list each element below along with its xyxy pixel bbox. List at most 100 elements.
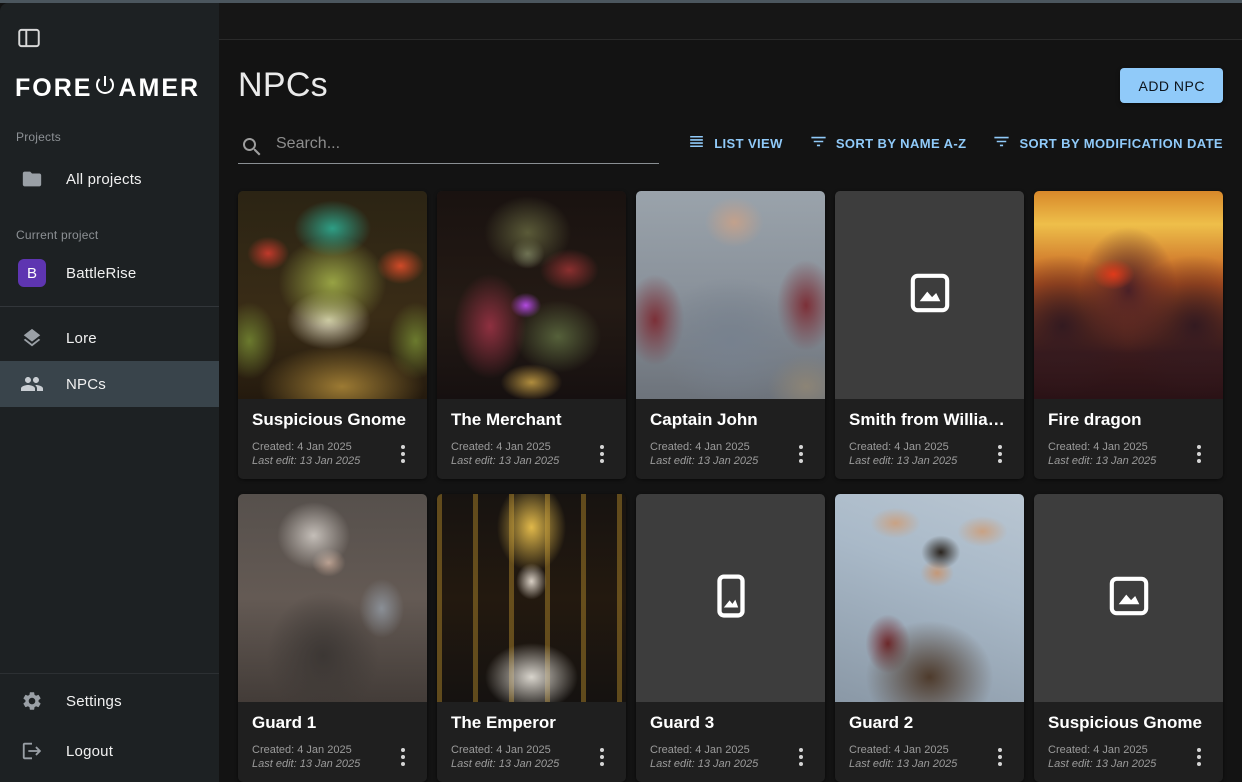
npc-last-edit: Last edit: 13 Jan 2025	[1048, 757, 1156, 771]
sidebar-item-label: NPCs	[66, 376, 106, 393]
power-g-icon	[92, 73, 118, 104]
npc-card[interactable]: Suspicious Gnome Created: 4 Jan 2025 Las…	[238, 191, 427, 479]
npc-title: Fire dragon	[1048, 410, 1209, 430]
card-menu-button[interactable]	[990, 439, 1010, 469]
content: NPCs ADD NPC LIST VIEW	[219, 40, 1242, 782]
sidebar-item-label: Logout	[66, 743, 113, 760]
card-body: Fire dragon Created: 4 Jan 2025 Last edi…	[1034, 399, 1223, 469]
npc-title: The Merchant	[451, 410, 612, 430]
view-sort-controls: LIST VIEW SORT BY NAME A-Z SORT BY MODIF…	[687, 132, 1223, 164]
split-panel-icon	[16, 38, 42, 55]
npc-grid: Suspicious Gnome Created: 4 Jan 2025 Las…	[238, 191, 1223, 782]
card-body: Suspicious Gnome Created: 4 Jan 2025 Las…	[1034, 702, 1223, 772]
top-bar	[219, 3, 1242, 40]
npc-created: Created: 4 Jan 2025	[849, 440, 957, 454]
npc-last-edit: Last edit: 13 Jan 2025	[252, 454, 360, 468]
layers-icon	[20, 326, 44, 350]
logo-text-suffix: AMER	[118, 74, 200, 103]
logo-text-prefix: FORE	[15, 74, 92, 103]
card-body: Smith from Willia… Created: 4 Jan 2025 L…	[835, 399, 1024, 469]
add-npc-button[interactable]: ADD NPC	[1120, 68, 1223, 103]
magnifier-icon	[240, 135, 264, 164]
npc-created: Created: 4 Jan 2025	[1048, 743, 1156, 757]
page-header: NPCs ADD NPC	[238, 66, 1223, 105]
card-menu-button[interactable]	[592, 439, 612, 469]
npc-image	[238, 191, 427, 399]
sidebar-item-label: Lore	[66, 330, 97, 347]
card-menu-button[interactable]	[393, 439, 413, 469]
image-mountains-icon	[1107, 574, 1151, 623]
npc-title: Suspicious Gnome	[252, 410, 413, 430]
npc-created: Created: 4 Jan 2025	[1048, 440, 1156, 454]
app-logo: FORE AMER	[15, 73, 219, 104]
exit-arrow-icon	[20, 739, 44, 763]
sort-by-date-label: SORT BY MODIFICATION DATE	[1019, 136, 1223, 151]
npc-last-edit: Last edit: 13 Jan 2025	[849, 454, 957, 468]
list-lines-icon	[687, 132, 706, 154]
card-menu-button[interactable]	[592, 742, 612, 772]
npc-image	[238, 494, 427, 702]
sort-by-date-button[interactable]: SORT BY MODIFICATION DATE	[992, 132, 1223, 154]
sidebar-bottom-group: Settings Logout	[0, 673, 219, 782]
npc-last-edit: Last edit: 13 Jan 2025	[650, 757, 758, 771]
card-menu-button[interactable]	[791, 439, 811, 469]
npc-title: Smith from Willia…	[849, 410, 1010, 430]
npc-card[interactable]: Suspicious Gnome Created: 4 Jan 2025 Las…	[1034, 494, 1223, 782]
card-menu-button[interactable]	[990, 742, 1010, 772]
npc-created: Created: 4 Jan 2025	[252, 440, 360, 454]
npc-card[interactable]: The Merchant Created: 4 Jan 2025 Last ed…	[437, 191, 626, 479]
card-menu-button[interactable]	[1189, 439, 1209, 469]
npc-created: Created: 4 Jan 2025	[650, 440, 758, 454]
npc-card[interactable]: Guard 3 Created: 4 Jan 2025 Last edit: 1…	[636, 494, 825, 782]
npc-card[interactable]: Captain John Created: 4 Jan 2025 Last ed…	[636, 191, 825, 479]
card-body: Guard 3 Created: 4 Jan 2025 Last edit: 1…	[636, 702, 825, 772]
card-body: Captain John Created: 4 Jan 2025 Last ed…	[636, 399, 825, 469]
card-menu-button[interactable]	[393, 742, 413, 772]
list-view-button[interactable]: LIST VIEW	[687, 132, 783, 154]
sidebar-toggle-button[interactable]	[16, 25, 44, 53]
npc-card[interactable]: Guard 2 Created: 4 Jan 2025 Last edit: 1…	[835, 494, 1024, 782]
card-body: The Merchant Created: 4 Jan 2025 Last ed…	[437, 399, 626, 469]
sidebar: FORE AMER Projects All projects Current …	[0, 3, 219, 782]
npc-created: Created: 4 Jan 2025	[650, 743, 758, 757]
npc-card[interactable]: Smith from Willia… Created: 4 Jan 2025 L…	[835, 191, 1024, 479]
filter-lines-icon	[992, 132, 1011, 154]
npc-last-edit: Last edit: 13 Jan 2025	[451, 454, 559, 468]
card-body: Guard 2 Created: 4 Jan 2025 Last edit: 1…	[835, 702, 1024, 772]
sidebar-item-label: Settings	[66, 693, 122, 710]
sidebar-item-lore[interactable]: Lore	[0, 315, 219, 361]
npc-title: Guard 1	[252, 713, 413, 733]
npc-title: Guard 2	[849, 713, 1010, 733]
npc-title: The Emperor	[451, 713, 612, 733]
card-body: Guard 1 Created: 4 Jan 2025 Last edit: 1…	[238, 702, 427, 772]
npc-title: Suspicious Gnome	[1048, 713, 1209, 733]
npc-card[interactable]: Guard 1 Created: 4 Jan 2025 Last edit: 1…	[238, 494, 427, 782]
image-mountains-icon	[908, 271, 952, 320]
npc-created: Created: 4 Jan 2025	[451, 743, 559, 757]
sidebar-item-settings[interactable]: Settings	[0, 678, 219, 724]
tools-row: LIST VIEW SORT BY NAME A-Z SORT BY MODIF…	[238, 127, 1223, 164]
npc-created: Created: 4 Jan 2025	[451, 440, 559, 454]
sort-by-name-button[interactable]: SORT BY NAME A-Z	[809, 132, 967, 154]
card-menu-button[interactable]	[1189, 742, 1209, 772]
npc-card[interactable]: Fire dragon Created: 4 Jan 2025 Last edi…	[1034, 191, 1223, 479]
sort-by-name-label: SORT BY NAME A-Z	[836, 136, 967, 151]
search-field	[238, 127, 659, 164]
sidebar-item-npcs[interactable]: NPCs	[0, 361, 219, 407]
npc-card[interactable]: The Emperor Created: 4 Jan 2025 Last edi…	[437, 494, 626, 782]
app-window: FORE AMER Projects All projects Current …	[0, 0, 1242, 782]
npc-image	[1034, 191, 1223, 399]
sidebar-item-current-project[interactable]: B BattleRise	[0, 250, 219, 296]
sidebar-item-all-projects[interactable]: All projects	[0, 156, 219, 202]
card-body: Suspicious Gnome Created: 4 Jan 2025 Las…	[238, 399, 427, 469]
sidebar-item-logout[interactable]: Logout	[0, 728, 219, 774]
card-menu-button[interactable]	[791, 742, 811, 772]
npc-image-placeholder	[636, 494, 825, 702]
search-input[interactable]	[238, 127, 659, 164]
folder-icon	[20, 167, 44, 191]
npc-created: Created: 4 Jan 2025	[252, 743, 360, 757]
project-name: BattleRise	[66, 265, 136, 282]
npc-title: Guard 3	[650, 713, 811, 733]
npc-created: Created: 4 Jan 2025	[849, 743, 957, 757]
npc-image	[636, 191, 825, 399]
